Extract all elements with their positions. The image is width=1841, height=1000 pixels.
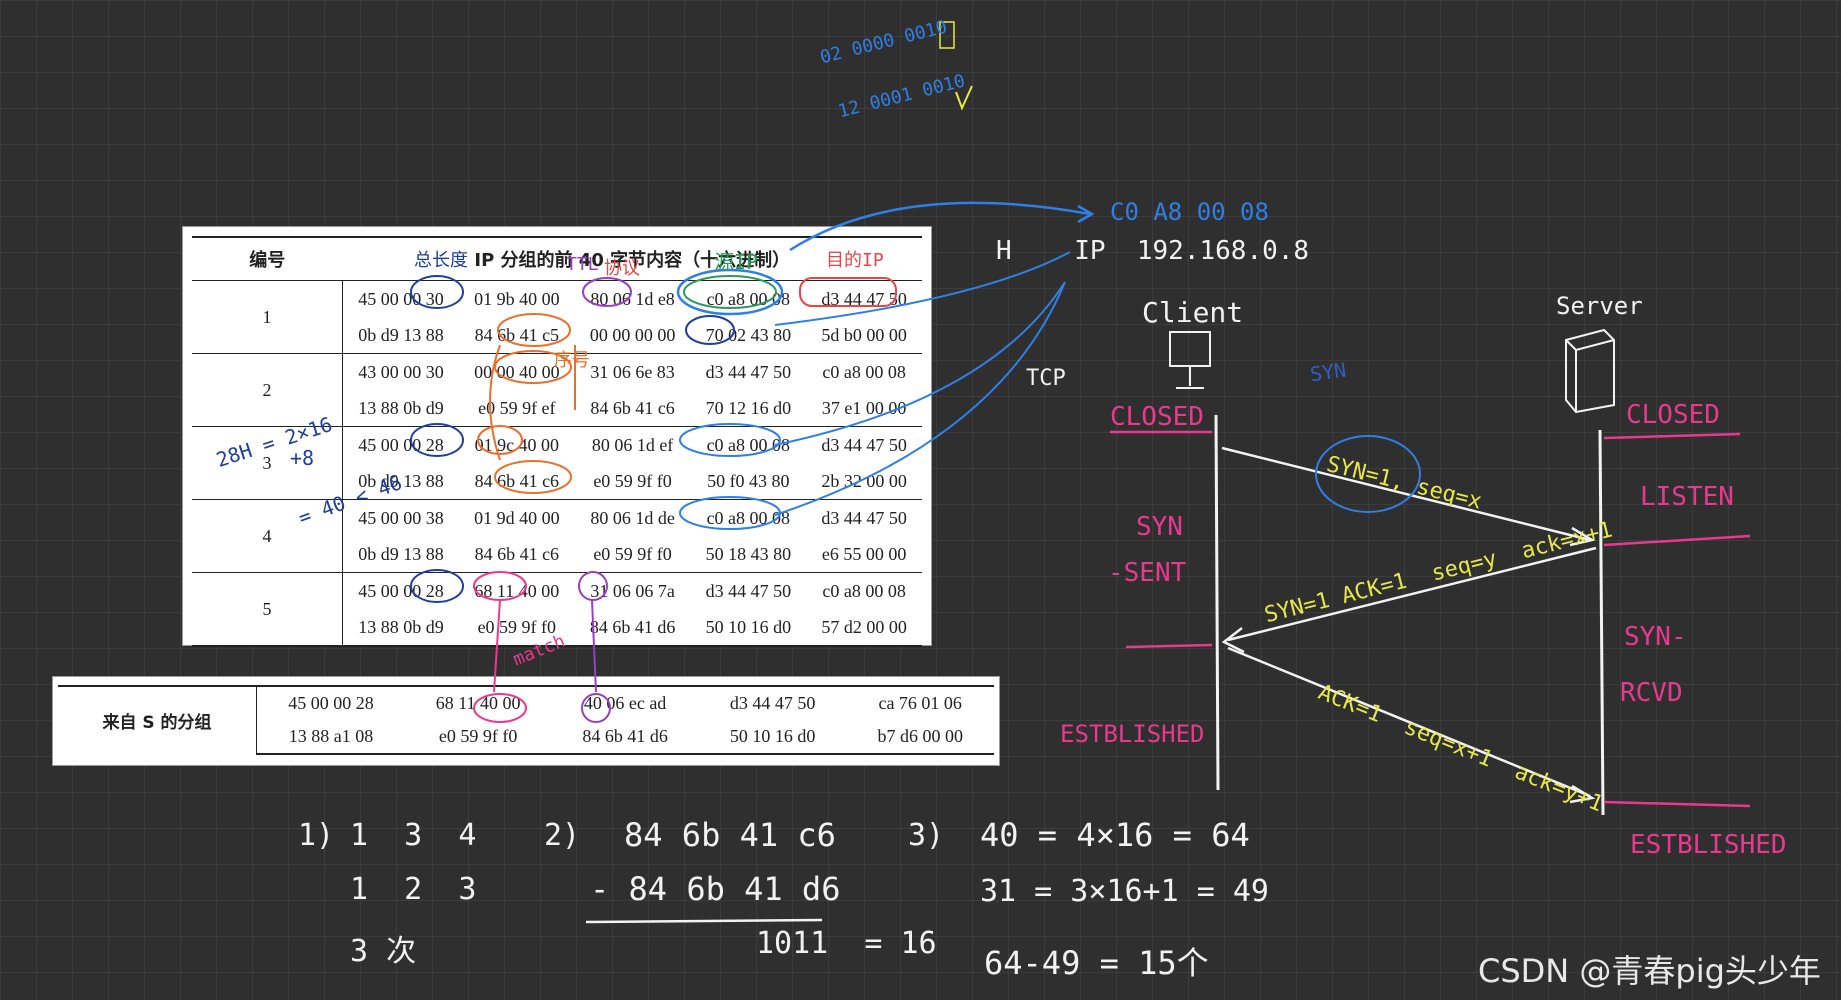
circle-source-ip-4	[679, 496, 781, 530]
circle-ttl-5	[578, 571, 608, 601]
box-dest-ip	[799, 277, 897, 307]
answer-3-line-3: 64-49 = 15个	[984, 944, 1209, 982]
note-seq: 序号	[554, 350, 590, 371]
client-lifeline	[1214, 414, 1220, 791]
server-icon	[1565, 328, 1615, 414]
note-total-length: 总长度	[414, 250, 468, 271]
client-icon	[1169, 331, 1211, 367]
answer-2-line-2: - 84 6b 41 d6	[590, 870, 841, 908]
answer-1-line-1: 1 3 4	[350, 818, 477, 853]
server-state-established: ESTBLISHED	[1630, 830, 1787, 860]
note-source: 源IP	[714, 250, 759, 274]
circle-seq-3	[494, 460, 572, 494]
answer-2-line-3: 1011 = 16	[756, 926, 937, 961]
seq-link	[489, 344, 501, 461]
circle-source-ip-3	[679, 423, 781, 457]
circle-ttl	[582, 277, 632, 307]
note-ttl: TTL	[566, 254, 599, 275]
client-state-closed: CLOSED	[1110, 402, 1204, 432]
tcp-label: TCP	[1026, 366, 1066, 391]
subtraction-line	[585, 918, 823, 924]
client-state-syn: SYN	[1136, 512, 1183, 542]
circle-total-length	[410, 275, 464, 309]
answer-1-line-3: 3 次	[350, 934, 417, 969]
circle-id-5	[473, 571, 527, 601]
client-state-sent: -SENT	[1108, 558, 1187, 588]
client-label: Client	[1142, 296, 1244, 329]
server-label: Server	[1556, 292, 1643, 320]
answer-3-label: 3)	[908, 818, 945, 853]
ttl-link	[591, 599, 597, 693]
hex-ip: C0 A8 00 08	[1110, 198, 1269, 226]
answer-1-label: 1)	[298, 818, 335, 853]
circle-ttl-s	[581, 693, 611, 723]
circle-id-s	[473, 693, 527, 723]
syn-blue-label: SYN	[1308, 357, 1348, 387]
note-dest-ip: 目的IP	[826, 250, 884, 271]
answer-2-line-1: 84 6b 41 c6	[624, 816, 836, 854]
calc-line-2: +8	[290, 446, 315, 470]
note-protocol: 协议	[604, 258, 640, 279]
server-state-rcvd: RCVD	[1620, 678, 1683, 708]
server-lifeline	[1598, 429, 1605, 816]
server-state-closed: CLOSED	[1626, 400, 1720, 430]
match-link	[493, 599, 501, 693]
answer-1-line-2: 1 2 3	[350, 872, 477, 907]
server-state-syn: SYN-	[1624, 622, 1687, 652]
circle-length-5	[410, 569, 464, 603]
synack-arrow	[1227, 546, 1597, 642]
circle-flags	[685, 315, 735, 345]
server-state-listen: LISTEN	[1640, 482, 1734, 512]
circle-source-ip-inner	[683, 275, 777, 309]
client-state-established: ESTBLISHED	[1060, 720, 1205, 748]
answer-2-label: 2)	[544, 818, 581, 853]
ip-address: H IP 192.168.0.8	[996, 236, 1310, 266]
watermark: CSDN @青春pig头少年	[1478, 952, 1821, 990]
answer-3-line-1: 40 = 4×16 = 64	[980, 816, 1250, 854]
circle-id-3	[477, 425, 523, 455]
answer-3-line-2: 31 = 3×16+1 = 49	[980, 874, 1269, 909]
circle-length-3	[410, 423, 464, 457]
circle-seq-1	[497, 313, 571, 347]
